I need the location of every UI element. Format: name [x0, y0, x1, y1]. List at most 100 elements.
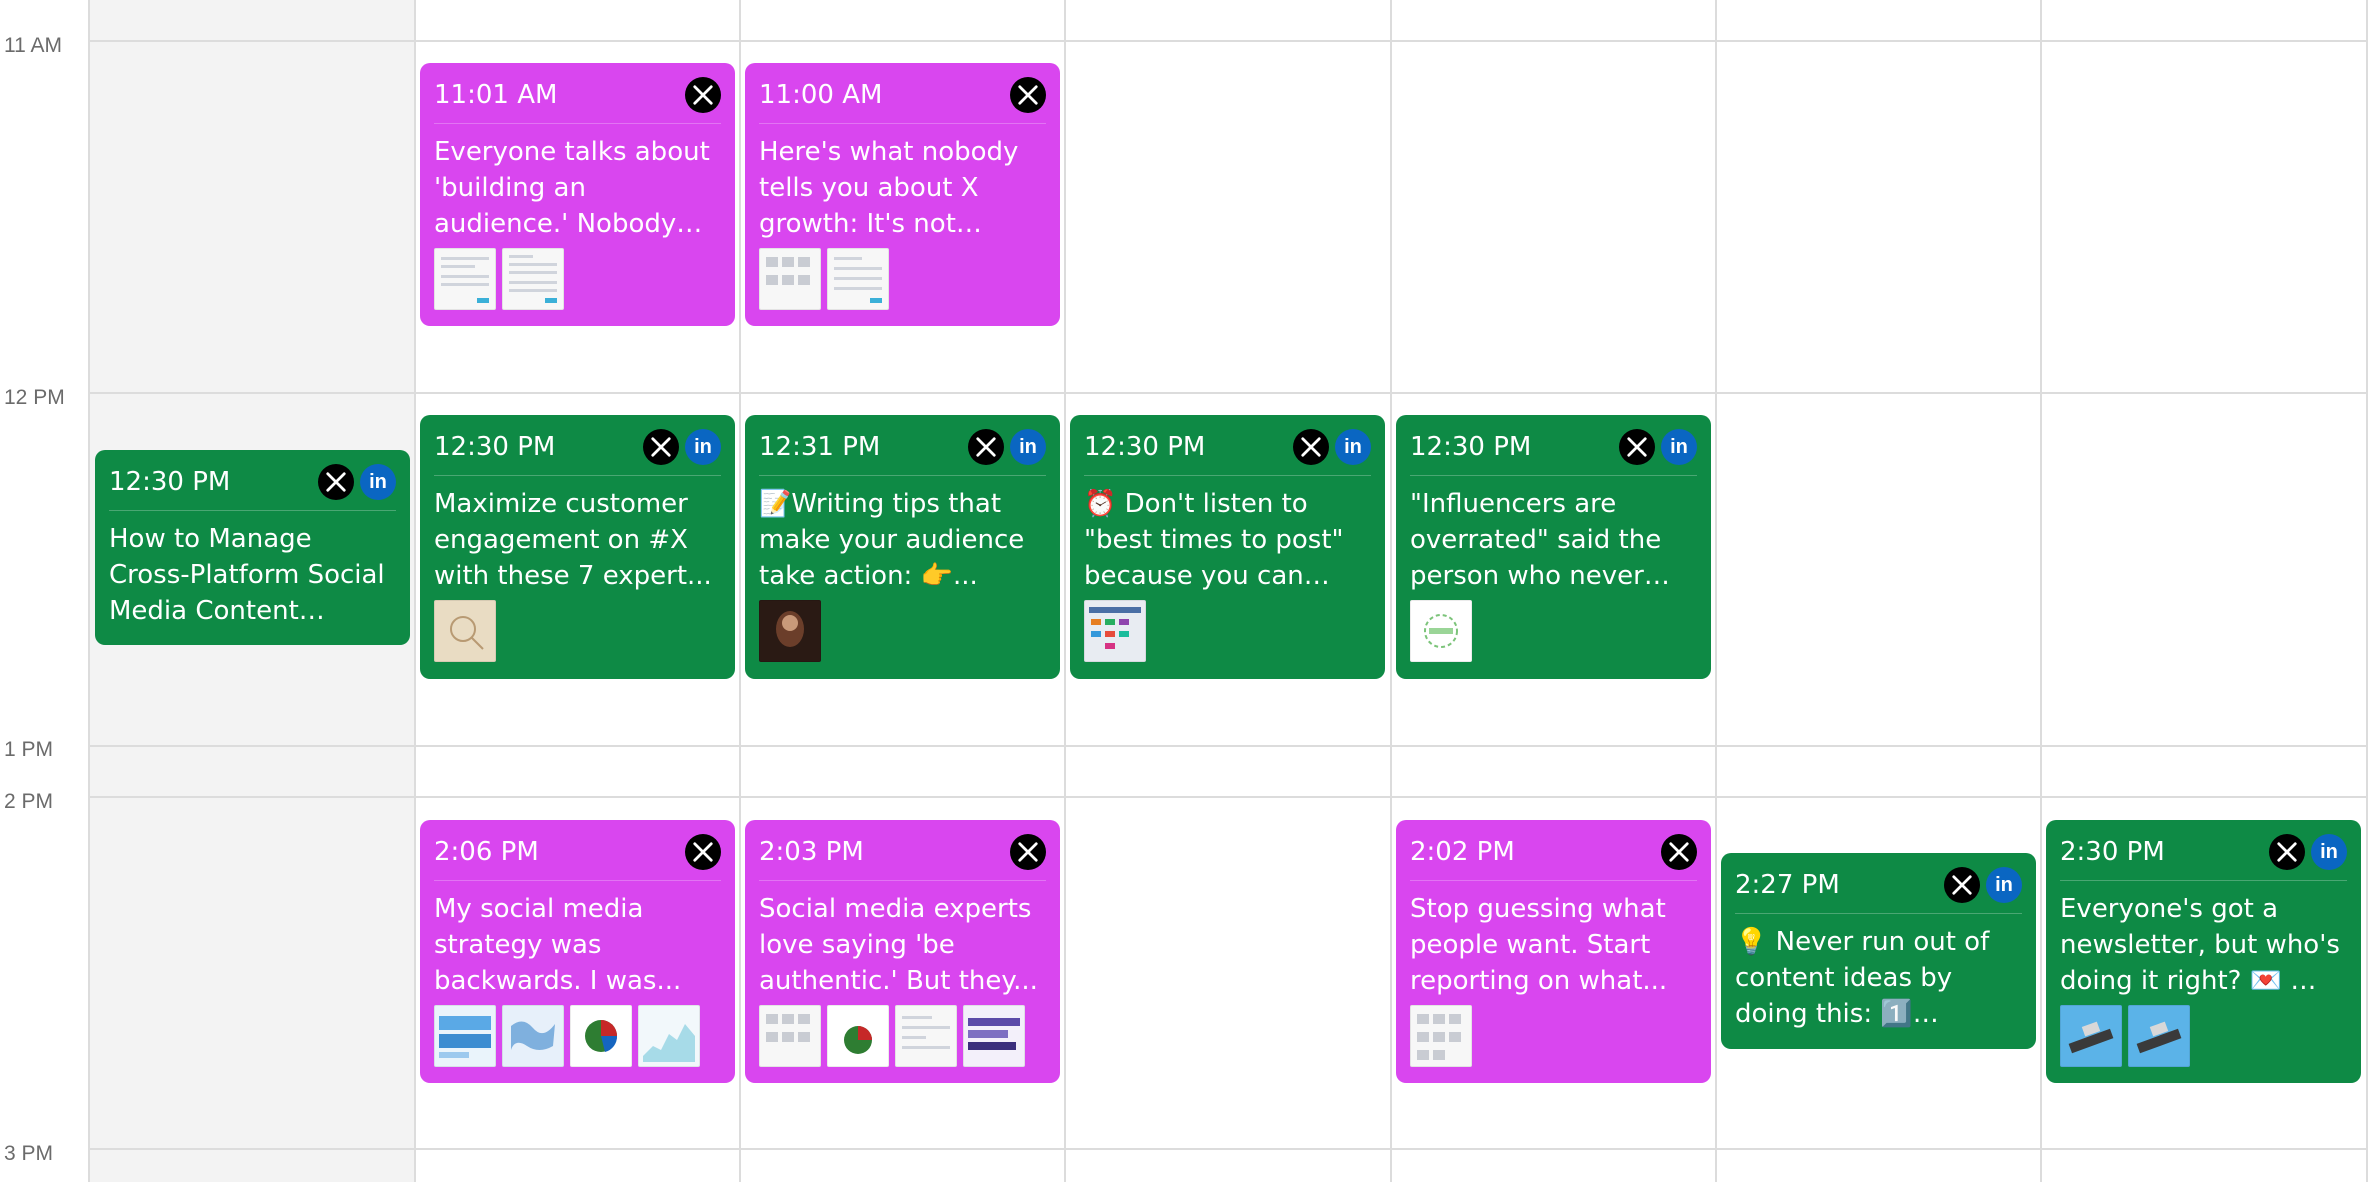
post-time: 11:01 AM [434, 80, 558, 110]
media-thumbnail[interactable] [827, 1005, 889, 1067]
media-thumbnail[interactable] [502, 1005, 564, 1067]
post-time: 2:27 PM [1735, 870, 1840, 900]
hour-gridline [90, 1148, 2368, 1150]
x-logo-icon [643, 429, 679, 465]
media-thumbnail[interactable] [827, 248, 889, 310]
hour-gridline [90, 745, 2368, 747]
media-thumbnail[interactable] [434, 600, 496, 662]
post-media-thumbnails [759, 600, 1046, 662]
time-gutter [0, 0, 90, 1182]
hour-label-1pm: 1 PM [4, 738, 54, 761]
day-divider [739, 0, 741, 1182]
x-logo-icon [1010, 77, 1046, 113]
x-logo-icon [1293, 429, 1329, 465]
linkedin-logo-icon: in [1335, 429, 1371, 465]
post-time: 11:00 AM [759, 80, 883, 110]
post-time: 12:30 PM [1084, 432, 1206, 462]
media-thumbnail[interactable] [1410, 1005, 1472, 1067]
scheduled-post-card[interactable]: 12:30 PM in "Influencers are overrated" … [1396, 415, 1711, 679]
media-thumbnail[interactable] [759, 248, 821, 310]
post-card-header: 11:00 AM [759, 75, 1046, 124]
media-thumbnail[interactable] [2060, 1005, 2122, 1067]
linkedin-logo-icon: in [1986, 867, 2022, 903]
post-media-thumbnails [434, 600, 721, 662]
post-preview-text: Social media experts love saying 'be aut… [759, 894, 1038, 996]
x-logo-icon [2269, 834, 2305, 870]
post-preview-text: "Influencers are overrated" said the per… [1410, 489, 1662, 591]
media-thumbnail[interactable] [1410, 600, 1472, 662]
scheduled-post-card[interactable]: 2:02 PM Stop guessing what people want. … [1396, 820, 1711, 1083]
linkedin-logo-icon: in [1661, 429, 1697, 465]
x-logo-icon [318, 464, 354, 500]
linkedin-logo-icon: in [1010, 429, 1046, 465]
post-media-thumbnails [434, 1005, 721, 1067]
post-time: 12:30 PM [109, 467, 231, 497]
post-card-header: 12:30 PM in [109, 462, 396, 511]
post-preview-text: 💡 Never run out of content ideas by doin… [1735, 927, 1990, 1029]
scheduled-post-card[interactable]: 2:06 PM My social media strategy was bac… [420, 820, 735, 1083]
post-card-header: 2:30 PM in [2060, 832, 2347, 881]
post-media-thumbnails [2060, 1005, 2347, 1067]
post-card-header: 2:02 PM [1410, 832, 1697, 881]
media-thumbnail[interactable] [502, 248, 564, 310]
hour-gridline [90, 796, 2368, 798]
post-time: 2:30 PM [2060, 837, 2165, 867]
scheduled-post-card[interactable]: 2:27 PM in 💡 Never run out of content id… [1721, 853, 2036, 1049]
linkedin-logo-icon: in [2311, 834, 2347, 870]
x-logo-icon [1010, 834, 1046, 870]
post-time: 12:30 PM [1410, 432, 1532, 462]
post-preview-text: 📝Writing tips that make your audience ta… [759, 489, 1025, 591]
media-thumbnail[interactable] [434, 1005, 496, 1067]
post-card-header: 12:30 PM in [434, 427, 721, 476]
media-thumbnail[interactable] [570, 1005, 632, 1067]
post-preview-text: Here's what nobody tells you about X gro… [759, 137, 1019, 239]
media-thumbnail[interactable] [434, 248, 496, 310]
scheduled-post-card[interactable]: 12:30 PM in ⏰ Don't listen to "best time… [1070, 415, 1385, 679]
hour-label-11am: 11 AM [4, 34, 62, 57]
scheduled-post-card[interactable]: 11:01 AM Everyone talks about 'building … [420, 63, 735, 326]
scheduled-post-card[interactable]: 12:31 PM in 📝Writing tips that make your… [745, 415, 1060, 679]
post-card-header: 12:30 PM in [1084, 427, 1371, 476]
post-preview-text: Everyone talks about 'building an audien… [434, 137, 710, 239]
x-logo-icon [685, 77, 721, 113]
linkedin-logo-icon: in [360, 464, 396, 500]
media-thumbnail[interactable] [638, 1005, 700, 1067]
x-logo-icon [685, 834, 721, 870]
post-card-header: 2:27 PM in [1735, 865, 2022, 914]
hour-gridline [90, 40, 2368, 42]
post-media-thumbnails [1410, 600, 1697, 662]
hour-label-3pm: 3 PM [4, 1142, 54, 1165]
day-divider [414, 0, 416, 1182]
media-thumbnail[interactable] [759, 1005, 821, 1067]
scheduled-post-card[interactable]: 2:30 PM in Everyone's got a newsletter, … [2046, 820, 2361, 1083]
scheduled-post-card[interactable]: 2:03 PM Social media experts love saying… [745, 820, 1060, 1083]
scheduled-post-card[interactable]: 12:30 PM in Maximize customer engagement… [420, 415, 735, 679]
day-divider [1064, 0, 1066, 1182]
hour-gridline [90, 392, 2368, 394]
linkedin-logo-icon: in [685, 429, 721, 465]
post-media-thumbnails [1084, 600, 1371, 662]
x-logo-icon [968, 429, 1004, 465]
media-thumbnail[interactable] [759, 600, 821, 662]
post-preview-text: How to Manage Cross-Platform Social Medi… [109, 524, 385, 626]
post-media-thumbnails [759, 1005, 1046, 1067]
media-thumbnail[interactable] [2128, 1005, 2190, 1067]
post-time: 12:30 PM [434, 432, 556, 462]
scheduled-post-card[interactable]: 11:00 AM Here's what nobody tells you ab… [745, 63, 1060, 326]
media-thumbnail[interactable] [895, 1005, 957, 1067]
media-thumbnail[interactable] [1084, 600, 1146, 662]
day-divider [2040, 0, 2042, 1182]
hour-label-2pm: 2 PM [4, 790, 54, 813]
hour-label-12pm: 12 PM [4, 386, 65, 409]
media-thumbnail[interactable] [963, 1005, 1025, 1067]
scheduled-post-card[interactable]: 12:30 PM in How to Manage Cross-Platform… [95, 450, 410, 645]
post-time: 2:02 PM [1410, 837, 1515, 867]
x-logo-icon [1619, 429, 1655, 465]
post-preview-text: Stop guessing what people want. Start re… [1410, 894, 1668, 996]
post-card-header: 11:01 AM [434, 75, 721, 124]
post-card-header: 12:30 PM in [1410, 427, 1697, 476]
post-card-header: 2:03 PM [759, 832, 1046, 881]
post-media-thumbnails [434, 248, 721, 310]
post-time: 2:03 PM [759, 837, 864, 867]
post-card-header: 2:06 PM [434, 832, 721, 881]
